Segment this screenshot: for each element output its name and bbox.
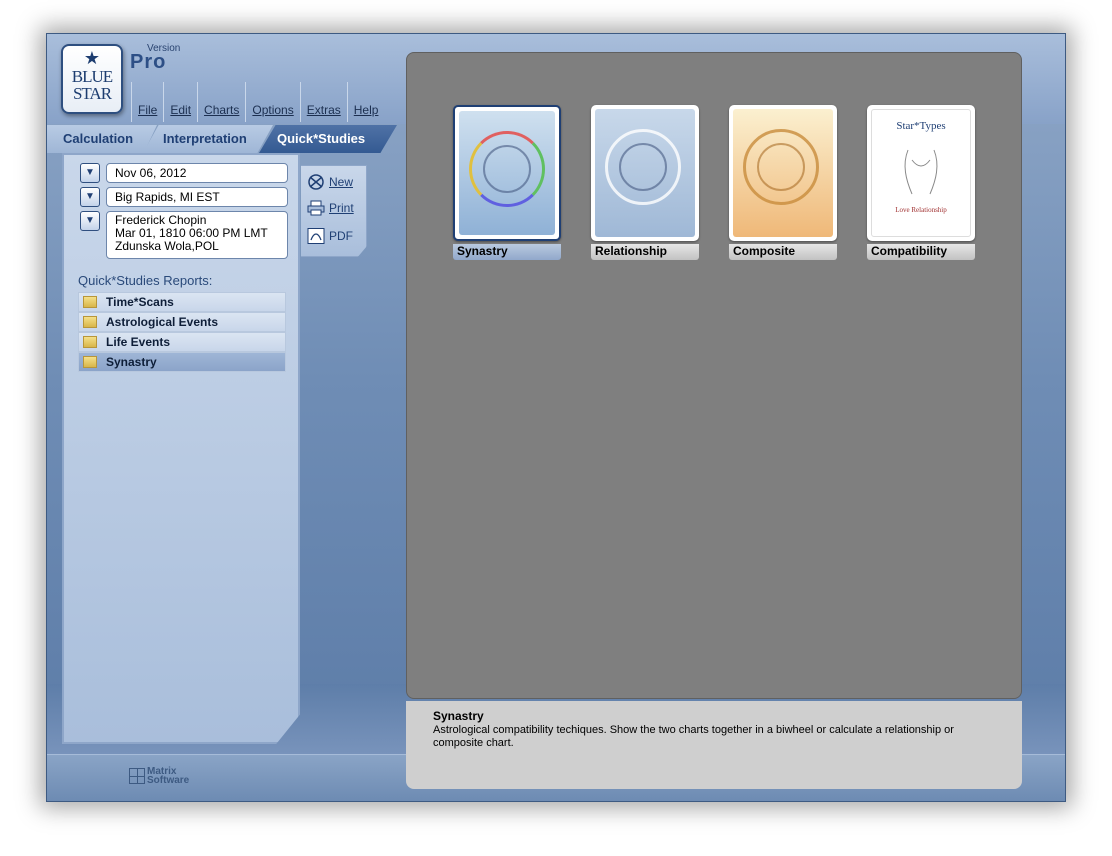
location-selector: ▼ Big Rapids, MI EST (80, 187, 288, 207)
thumbnail-page: Star*Types Love Relationship (867, 105, 975, 241)
logo-text-line1: BLUE (71, 67, 113, 86)
report-item-label: Life Events (106, 335, 171, 349)
pdf-button-label: PDF (329, 229, 353, 243)
reports-list: Time*Scans Astrological Events Life Even… (78, 292, 286, 372)
folder-icon (83, 356, 97, 368)
description-body: Astrological compatibility techiques. Sh… (433, 724, 954, 749)
description-panel: Synastry Astrological compatibility tech… (406, 701, 1022, 789)
menu-edit[interactable]: Edit (163, 82, 197, 122)
tab-quick-studies[interactable]: Quick*Studies (259, 125, 397, 153)
edition-label: Pro (130, 51, 167, 73)
thumbnail-page (453, 105, 561, 241)
tab-calculation[interactable]: Calculation (47, 125, 157, 153)
report-item-label: Synastry (106, 355, 157, 369)
menu-options[interactable]: Options (245, 82, 299, 122)
report-item-time-scans[interactable]: Time*Scans (78, 292, 286, 312)
thumbnail-composite[interactable]: Composite (729, 105, 837, 260)
composite-chart-preview (733, 109, 833, 237)
company-name-line2: Software (147, 775, 190, 786)
report-item-synastry[interactable]: Synastry (78, 352, 286, 372)
thumbnail-synastry[interactable]: Synastry (453, 105, 561, 260)
figures-illustration (904, 149, 938, 195)
thumbnail-relationship[interactable]: Relationship (591, 105, 699, 260)
relationship-chart-preview (595, 109, 695, 237)
cover-title: Star*Types (896, 120, 946, 132)
tab-interpretation[interactable]: Interpretation (143, 125, 273, 153)
print-button[interactable]: Print (307, 200, 354, 216)
menu-charts[interactable]: Charts (197, 82, 245, 122)
chart-dropdown-button[interactable]: ▼ (80, 211, 100, 231)
printer-icon (307, 200, 325, 216)
thumbnail-page (591, 105, 699, 241)
date-selector: ▼ Nov 06, 2012 (80, 163, 288, 183)
menu-bar: File Edit Charts Options Extras Help (131, 82, 384, 122)
star-icon: ★ (83, 48, 101, 68)
date-field[interactable]: Nov 06, 2012 (106, 163, 288, 183)
chart-place: Zdunska Wola,POL (115, 239, 219, 253)
thumbnail-label: Relationship (591, 244, 699, 260)
report-item-label: Astrological Events (106, 315, 219, 329)
app-window: ★ BLUE STAR Version Pro File Edit Charts… (46, 33, 1066, 802)
chart-selector: ▼ Frederick Chopin Mar 01, 1810 06:00 PM… (80, 211, 288, 259)
menu-help[interactable]: Help (346, 82, 385, 122)
new-button[interactable]: New (307, 174, 353, 190)
new-button-label: New (329, 175, 354, 189)
new-chart-icon (307, 174, 325, 190)
blue-star-logo: ★ BLUE STAR (61, 44, 123, 114)
thumbnail-label: Compatibility (867, 244, 975, 260)
chevron-down-icon: ▼ (85, 191, 95, 202)
main-tabs: Calculation Interpretation Quick*Studies (47, 125, 397, 153)
print-button-label: Print (329, 201, 354, 215)
action-panel: New Print PDF (301, 165, 367, 257)
location-dropdown-button[interactable]: ▼ (80, 187, 100, 207)
menu-extras[interactable]: Extras (299, 82, 347, 122)
chevron-down-icon: ▼ (85, 215, 95, 226)
matrix-software-logo: Matrix Software (129, 767, 190, 786)
cover-subtitle: Love Relationship (895, 206, 947, 214)
chevron-down-icon: ▼ (85, 167, 95, 178)
report-gallery: Synastry Relationship Composite Star*Typ… (406, 52, 1022, 699)
logo-text-line2: STAR (72, 84, 112, 103)
folder-icon (83, 296, 97, 308)
report-item-life-events[interactable]: Life Events (78, 332, 286, 352)
reports-title: Quick*Studies Reports: (78, 273, 213, 288)
date-dropdown-button[interactable]: ▼ (80, 163, 100, 183)
compatibility-cover-preview: Star*Types Love Relationship (871, 109, 971, 237)
thumbnail-label: Composite (729, 244, 837, 260)
chart-field[interactable]: Frederick Chopin Mar 01, 1810 06:00 PM L… (106, 211, 288, 259)
left-panel: ▼ Nov 06, 2012 ▼ Big Rapids, MI EST ▼ Fr… (62, 153, 300, 744)
thumbnail-page (729, 105, 837, 241)
menu-file[interactable]: File (131, 82, 163, 122)
folder-icon (83, 316, 97, 328)
thumbnail-label: Synastry (453, 244, 561, 260)
pdf-button[interactable]: PDF (307, 228, 353, 244)
folder-icon (83, 336, 97, 348)
biwheel-chart-preview (459, 111, 555, 235)
report-item-label: Time*Scans (106, 295, 174, 309)
pdf-icon (307, 228, 325, 244)
description-title: Synastry (433, 709, 484, 723)
matrix-logo-icon (129, 768, 145, 784)
location-field[interactable]: Big Rapids, MI EST (106, 187, 288, 207)
report-item-astrological-events[interactable]: Astrological Events (78, 312, 286, 332)
thumbnail-compatibility[interactable]: Star*Types Love Relationship Compatibili… (867, 105, 975, 260)
